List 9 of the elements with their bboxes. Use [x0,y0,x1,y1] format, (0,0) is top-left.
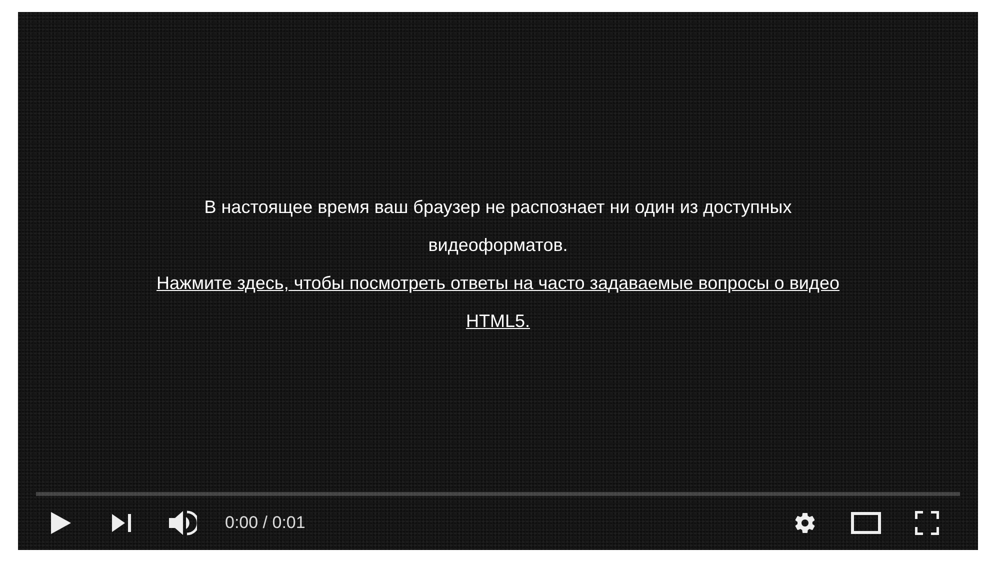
time-display: 0:00 / 0:01 [225,513,306,533]
help-link[interactable]: Нажмите здесь, чтобы посмотреть ответы на часто задаваемые вопросы о видео HTML5. [126,264,870,340]
settings-icon [793,511,817,535]
next-icon [112,514,132,532]
play-icon [50,511,72,535]
rectangle-icon [851,512,881,534]
fullscreen-icon [915,511,939,535]
error-message: В настоящее время ваш браузер не распознает ни один из доступных видеоформатов. [203,196,793,257]
volume-icon [169,510,197,536]
